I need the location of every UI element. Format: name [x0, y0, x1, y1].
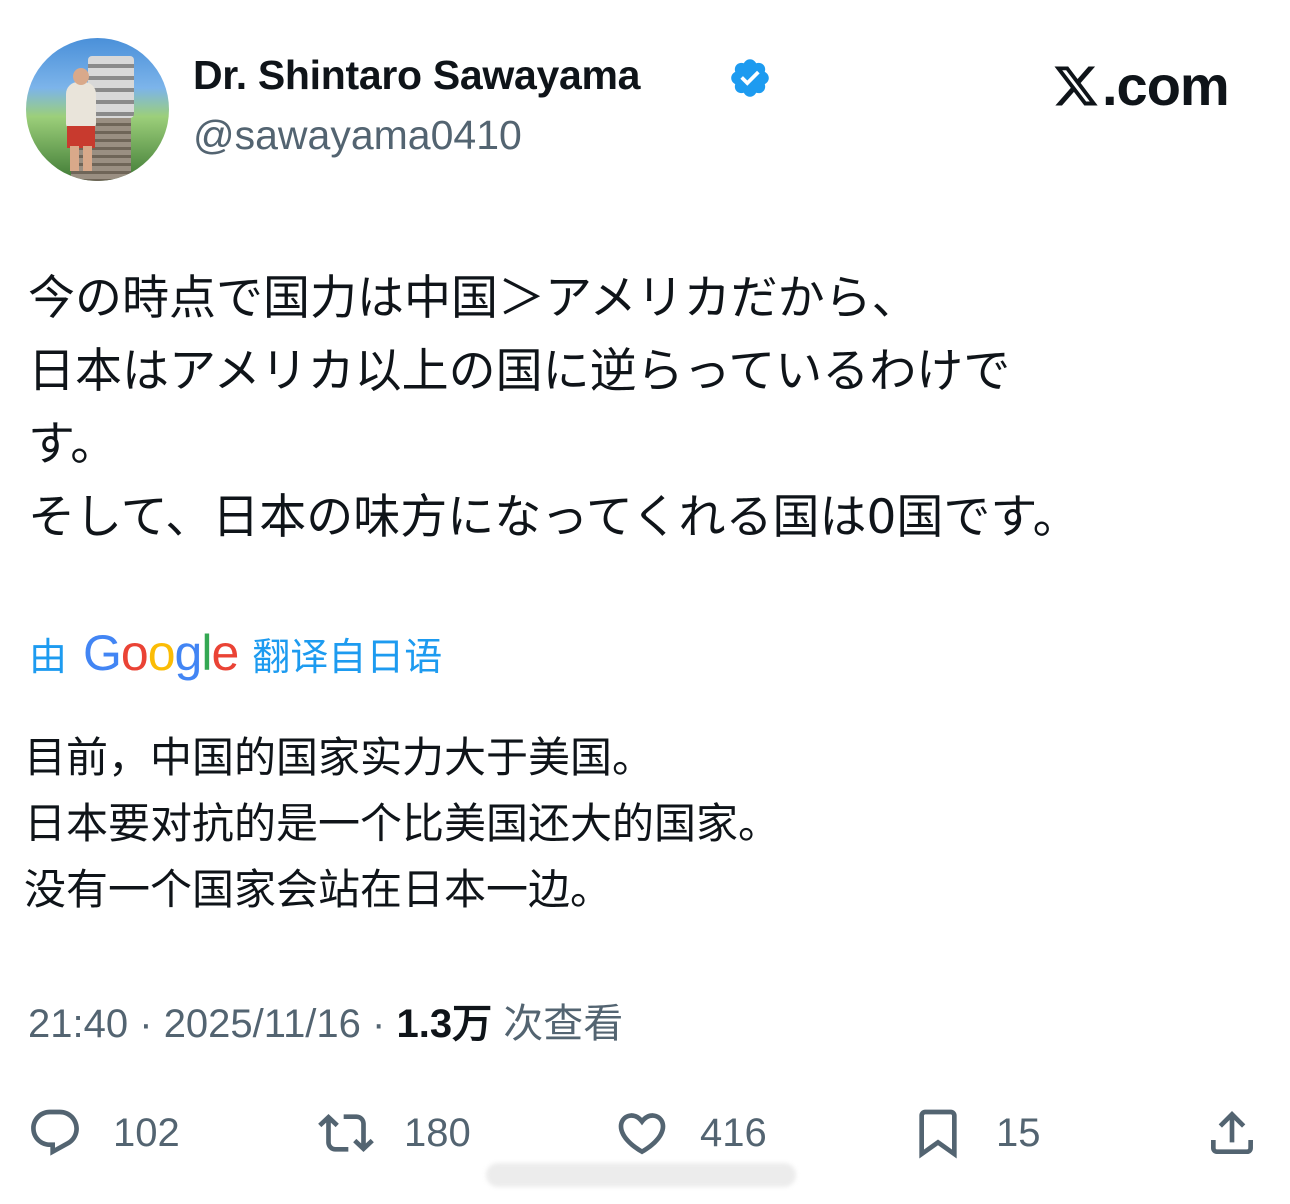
author-handle[interactable]: @sawayama0410 — [193, 112, 522, 159]
author-avatar[interactable] — [26, 38, 169, 181]
repost-count: 180 — [404, 1110, 471, 1155]
share-icon — [1211, 1111, 1253, 1154]
repost-button[interactable]: 180 — [318, 1100, 471, 1166]
reply-count: 102 — [113, 1110, 180, 1155]
translated-line: 日本要对抗的是一个比美国还大的国家。 — [24, 799, 781, 848]
translated-text: 目前，中国的国家实力大于美国。 日本要对抗的是一个比美国还大的国家。 没有一个国… — [24, 725, 780, 923]
repost-icon — [318, 1114, 374, 1152]
translation-prefix: 由 — [29, 634, 68, 679]
brand-watermark: .com — [1052, 54, 1230, 117]
post-line: そして、日本の味方になってくれる国は0国です。 — [28, 490, 1080, 545]
like-count: 416 — [700, 1110, 767, 1155]
post-line: す。 — [28, 417, 118, 472]
translated-line: 没有一个国家会站在日本一边。 — [24, 865, 613, 914]
post-meta: 21:40 · 2025/11/16 · 1.3万 次查看 — [28, 998, 623, 1050]
post-text: 今の時点で国力は中国＞アメリカだから、 日本はアメリカ以上の国に逆らっているわけ… — [28, 262, 1268, 554]
reply-icon — [31, 1109, 79, 1156]
bookmark-icon — [919, 1109, 957, 1159]
meta-separator: · — [139, 1002, 153, 1046]
brand-label: .com — [1102, 54, 1230, 117]
x-logo-icon — [1054, 66, 1098, 106]
meta-separator: · — [372, 1002, 386, 1046]
like-button[interactable]: 416 — [614, 1100, 767, 1166]
post-date[interactable]: 2025/11/16 — [164, 1002, 361, 1046]
post-line: 今の時点で国力は中国＞アメリカだから、 — [28, 271, 919, 326]
translated-line: 目前，中国的国家实力大于美国。 — [24, 733, 655, 782]
translation-suffix: 翻译自日语 — [252, 634, 443, 679]
translation-attribution[interactable]: 由 Google 翻译自日语 — [29, 625, 442, 681]
heart-icon — [618, 1113, 666, 1155]
google-logo: Google — [83, 625, 239, 681]
action-bar: 102 180 416 15 — [0, 1100, 1290, 1170]
watermark-overlay — [486, 1163, 796, 1187]
bookmark-count: 15 — [996, 1110, 1041, 1155]
verified-badge-icon — [731, 59, 769, 97]
share-button[interactable] — [1204, 1100, 1260, 1166]
views-count[interactable]: 1.3万 — [397, 1002, 493, 1046]
post-line: 日本はアメリカ以上の国に逆らっているわけで — [28, 344, 1011, 399]
reply-button[interactable]: 102 — [27, 1100, 180, 1166]
views-label: 次查看 — [503, 1002, 624, 1046]
author-name[interactable]: Dr. Shintaro Sawayama — [193, 52, 640, 99]
post-time[interactable]: 21:40 — [28, 1002, 128, 1046]
bookmark-button[interactable]: 15 — [910, 1100, 1041, 1166]
